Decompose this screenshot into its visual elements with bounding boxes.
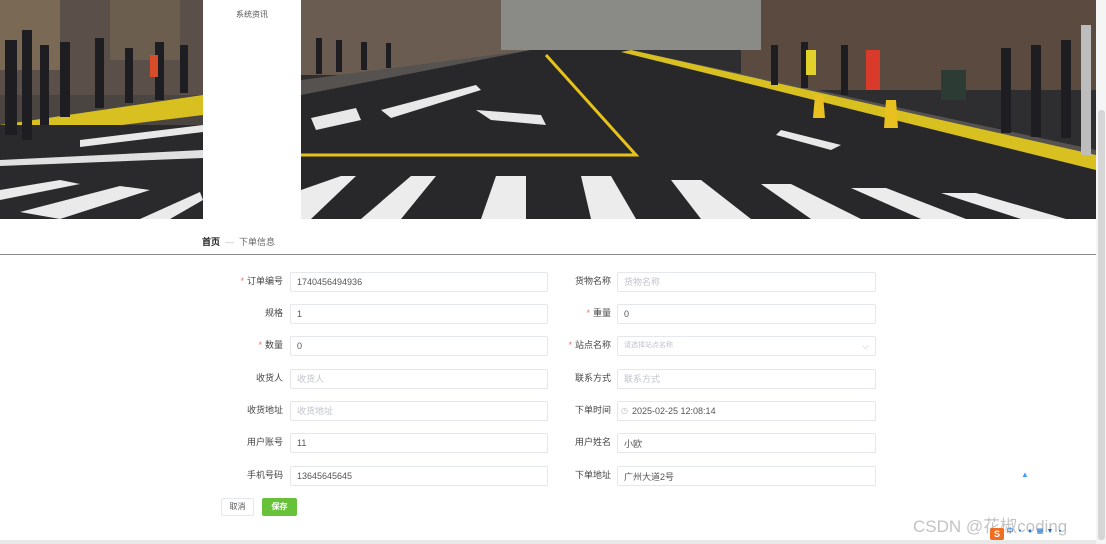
order-time-value: 2025-02-25 12:08:14 bbox=[632, 406, 716, 416]
required-mark: * bbox=[568, 340, 572, 350]
cancel-button[interactable]: 取消 bbox=[221, 498, 254, 516]
bottom-bar bbox=[0, 540, 1096, 544]
chevron-down-icon: ⌵ bbox=[862, 341, 869, 351]
receiver-label: 收货人 bbox=[255, 373, 283, 383]
goods-name-input[interactable] bbox=[617, 272, 876, 292]
ime-chinese-icon[interactable]: 中 bbox=[1006, 528, 1014, 536]
breadcrumb-home[interactable]: 首页 bbox=[202, 237, 220, 247]
side-menu: 系统资讯 bbox=[203, 0, 301, 219]
breadcrumb-current: 下单信息 bbox=[239, 237, 276, 247]
username-input[interactable] bbox=[617, 433, 876, 453]
station-label: * 站点名称 bbox=[568, 340, 611, 350]
order-address-input[interactable] bbox=[617, 466, 876, 486]
back-to-top-icon[interactable]: ▲ bbox=[1021, 470, 1029, 479]
contact-input[interactable] bbox=[617, 369, 876, 389]
required-mark: * bbox=[240, 276, 244, 286]
microphone-icon[interactable]: ♦ bbox=[1026, 528, 1034, 536]
breadcrumb-separator: — bbox=[225, 237, 235, 247]
punctuation-icon[interactable]: • bbox=[1016, 528, 1024, 536]
shirt-icon[interactable]: ▼ bbox=[1046, 528, 1054, 536]
banner-image-left bbox=[0, 0, 203, 219]
scrollbar[interactable] bbox=[1096, 0, 1106, 544]
order-address-label: 下单地址 bbox=[574, 470, 611, 480]
banner-image-main bbox=[301, 0, 1096, 219]
station-select[interactable]: 请选择站点名称 ⌵ bbox=[617, 336, 876, 356]
scrollbar-thumb[interactable] bbox=[1098, 110, 1105, 540]
system-tray: S 中 • ♦ ▦ ▼ ▪ bbox=[990, 528, 1064, 540]
order-no-label: * 订单编号 bbox=[240, 276, 283, 286]
address-label: 收货地址 bbox=[246, 405, 283, 415]
order-time-label: 下单时间 bbox=[574, 405, 611, 415]
required-mark: * bbox=[258, 340, 262, 350]
spec-label: 规格 bbox=[264, 308, 283, 318]
clock-icon: ◷ bbox=[621, 406, 628, 415]
keyboard-icon[interactable]: ▦ bbox=[1036, 528, 1044, 536]
phone-label: 手机号码 bbox=[246, 470, 283, 480]
sogou-logo-icon[interactable]: S bbox=[990, 528, 1004, 540]
station-select-placeholder: 请选择站点名称 bbox=[624, 342, 673, 349]
toolbox-icon[interactable]: ▪ bbox=[1056, 528, 1064, 536]
save-button[interactable]: 保存 bbox=[262, 498, 297, 516]
side-menu-item-news[interactable]: 系统资讯 bbox=[203, 9, 301, 20]
breadcrumb-divider bbox=[0, 254, 1096, 255]
quantity-label: * 数量 bbox=[258, 340, 283, 350]
account-label: 用户账号 bbox=[246, 437, 283, 447]
order-time-picker[interactable]: ◷ 2025-02-25 12:08:14 bbox=[617, 401, 876, 421]
goods-name-label: 货物名称 bbox=[574, 276, 611, 286]
contact-label: 联系方式 bbox=[574, 373, 611, 383]
breadcrumb: 首页 — 下单信息 bbox=[202, 235, 275, 248]
username-label: 用户姓名 bbox=[574, 437, 611, 447]
weight-input[interactable] bbox=[617, 304, 876, 324]
weight-label: * 重量 bbox=[586, 308, 611, 318]
required-mark: * bbox=[586, 308, 590, 318]
